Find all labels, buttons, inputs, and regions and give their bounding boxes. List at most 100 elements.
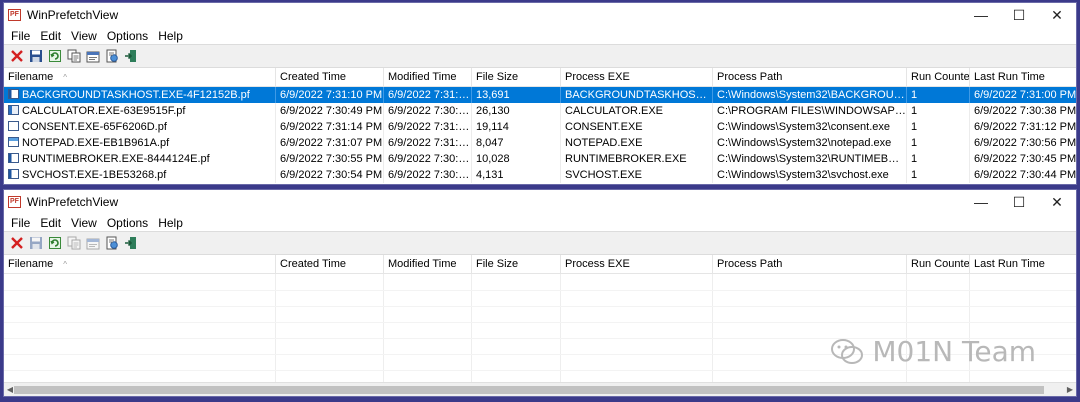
- cell-modified: 6/9/2022 7:31:14 ...: [384, 119, 472, 135]
- refresh-icon: [49, 50, 61, 62]
- exit-button[interactable]: [122, 234, 140, 252]
- menu-file[interactable]: File: [6, 216, 35, 230]
- table-row[interactable]: CONSENT.EXE-65F6206D.pf 6/9/2022 7:31:14…: [4, 119, 1076, 135]
- cell-size: 4,131: [472, 167, 561, 183]
- menu-file[interactable]: File: [6, 29, 35, 43]
- menu-edit[interactable]: Edit: [35, 29, 66, 43]
- column-last-run-time[interactable]: Last Run Time: [970, 255, 1076, 274]
- winprefetchview-window-bottom: PF WinPrefetchView — ☐ ✕ File Edit View …: [3, 189, 1077, 397]
- html-report-button[interactable]: [103, 234, 121, 252]
- menu-options[interactable]: Options: [102, 29, 153, 43]
- menu-view[interactable]: View: [66, 29, 102, 43]
- prefetch-file-icon: [8, 169, 19, 179]
- copy-button[interactable]: [65, 47, 83, 65]
- column-header: Filename ^ Created Time Modified Time Fil…: [4, 255, 1076, 274]
- maximize-button[interactable]: ☐: [1000, 190, 1038, 214]
- column-header: Filename ^ Created Time Modified Time Fil…: [4, 68, 1076, 87]
- column-filename[interactable]: Filename ^: [4, 255, 276, 274]
- row-divider: [4, 322, 1076, 323]
- html-report-button[interactable]: [103, 47, 121, 65]
- title-bar[interactable]: PF WinPrefetchView — ☐ ✕: [4, 190, 1076, 214]
- cell-size: 10,028: [472, 151, 561, 167]
- cell-created: 6/9/2022 7:31:10 PM: [276, 87, 384, 103]
- menu-edit[interactable]: Edit: [35, 216, 66, 230]
- column-modified-time[interactable]: Modified Time: [384, 68, 472, 87]
- watermark-text: M01N Team: [872, 335, 1036, 368]
- save-button[interactable]: [27, 47, 45, 65]
- properties-button[interactable]: [84, 47, 102, 65]
- prefetch-list: BACKGROUNDTASKHOST.EXE-4F12152B.pf 6/9/2…: [4, 87, 1076, 183]
- cell-path: C:\Windows\System32\svchost.exe: [713, 167, 907, 183]
- row-divider: [4, 306, 1076, 307]
- column-last-run-time[interactable]: Last Run Time: [970, 68, 1076, 87]
- delete-button[interactable]: [8, 47, 26, 65]
- sort-indicator-icon: ^: [63, 260, 68, 269]
- save-icon: [30, 237, 42, 249]
- column-file-size[interactable]: File Size: [472, 68, 561, 87]
- cell-size: 8,047: [472, 135, 561, 151]
- maximize-button[interactable]: ☐: [1000, 3, 1038, 27]
- minimize-button[interactable]: —: [962, 190, 1000, 214]
- menu-view[interactable]: View: [66, 216, 102, 230]
- delete-icon: [11, 237, 23, 249]
- refresh-button[interactable]: [46, 234, 64, 252]
- sort-indicator-icon: ^: [63, 73, 68, 82]
- menu-options[interactable]: Options: [102, 216, 153, 230]
- cell-exe: BACKGROUNDTASKHOST.EXE: [561, 87, 713, 103]
- cell-last-run: 6/9/2022 7:31:00 PM: [974, 89, 1077, 101]
- column-process-exe[interactable]: Process EXE: [561, 255, 713, 274]
- delete-icon: [11, 50, 23, 62]
- cell-modified: 6/9/2022 7:31:10 ...: [384, 87, 472, 103]
- refresh-button[interactable]: [46, 47, 64, 65]
- cell-size: 13,691: [472, 87, 561, 103]
- save-icon: [30, 50, 42, 62]
- properties-button[interactable]: [84, 234, 102, 252]
- cell-path: C:\Windows\System32\consent.exe: [713, 119, 907, 135]
- minimize-button[interactable]: —: [962, 3, 1000, 27]
- prefetch-file-icon: [8, 105, 19, 115]
- copy-icon: [67, 236, 81, 250]
- cell-run-counter: 1: [907, 87, 970, 103]
- exit-icon: [125, 237, 136, 249]
- menu-help[interactable]: Help: [153, 216, 188, 230]
- cell-size: 26,130: [472, 103, 561, 119]
- column-process-path[interactable]: Process Path: [713, 255, 907, 274]
- column-filename[interactable]: Filename ^: [4, 68, 276, 87]
- table-row[interactable]: NOTEPAD.EXE-EB1B961A.pf 6/9/2022 7:31:07…: [4, 135, 1076, 151]
- menu-bar: File Edit View Options Help: [4, 27, 1076, 44]
- scroll-right-icon[interactable]: ▶: [1064, 383, 1076, 396]
- column-run-counter[interactable]: Run Counter: [907, 68, 970, 87]
- exit-button[interactable]: [122, 47, 140, 65]
- copy-button[interactable]: [65, 234, 83, 252]
- cell-filename: CALCULATOR.EXE-63E9515F.pf: [4, 103, 276, 119]
- cell-filename: CONSENT.EXE-65F6206D.pf: [4, 119, 276, 135]
- prefetch-file-icon: [8, 137, 19, 147]
- column-modified-time[interactable]: Modified Time: [384, 255, 472, 274]
- column-run-counter[interactable]: Run Counter: [907, 255, 970, 274]
- table-row[interactable]: CALCULATOR.EXE-63E9515F.pf 6/9/2022 7:30…: [4, 103, 1076, 119]
- table-row[interactable]: BACKGROUNDTASKHOST.EXE-4F12152B.pf 6/9/2…: [4, 87, 1076, 103]
- refresh-icon: [49, 237, 61, 249]
- table-row[interactable]: SVCHOST.EXE-1BE53268.pf 6/9/2022 7:30:54…: [4, 167, 1076, 183]
- save-button[interactable]: [27, 234, 45, 252]
- table-row[interactable]: RUNTIMEBROKER.EXE-8444124E.pf 6/9/2022 7…: [4, 151, 1076, 167]
- cell-exe: SVCHOST.EXE: [561, 167, 713, 183]
- row-divider: [4, 370, 1076, 371]
- cell-created: 6/9/2022 7:30:54 PM: [276, 167, 384, 183]
- column-file-size[interactable]: File Size: [472, 255, 561, 274]
- horizontal-scrollbar[interactable]: ◀ ▶: [4, 382, 1076, 396]
- column-created-time[interactable]: Created Time: [276, 255, 384, 274]
- menu-help[interactable]: Help: [153, 29, 188, 43]
- column-process-path[interactable]: Process Path: [713, 68, 907, 87]
- scrollbar-thumb[interactable]: [14, 386, 1044, 394]
- cell-last-run: 6/9/2022 7:30:44 PM: [974, 169, 1077, 181]
- column-created-time[interactable]: Created Time: [276, 68, 384, 87]
- close-button[interactable]: ✕: [1038, 3, 1076, 27]
- delete-button[interactable]: [8, 234, 26, 252]
- close-button[interactable]: ✕: [1038, 190, 1076, 214]
- title-bar[interactable]: PF WinPrefetchView — ☐ ✕: [4, 3, 1076, 27]
- prefetch-file-icon: [8, 89, 19, 99]
- column-process-exe[interactable]: Process EXE: [561, 68, 713, 87]
- cell-last-run: 6/9/2022 7:30:38 PM: [974, 105, 1077, 117]
- row-divider: [4, 290, 1076, 291]
